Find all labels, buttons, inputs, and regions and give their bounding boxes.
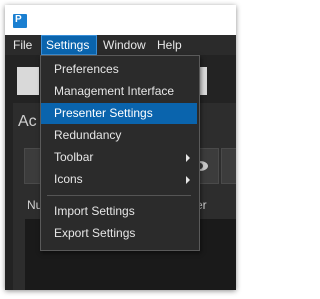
menu-settings[interactable]: Settings [41,35,97,55]
menu-item-management-interface[interactable]: Management Interface [41,81,197,102]
menu-item-label: Import Settings [54,204,135,218]
panel-tile-right[interactable] [221,148,236,184]
menu-item-redundancy[interactable]: Redundancy [41,125,197,146]
menu-item-preferences[interactable]: Preferences [41,59,197,80]
menu-item-presenter-settings[interactable]: Presenter Settings [41,103,197,124]
app-window: P File Settings Window Help Ac Nu nter P… [5,5,236,290]
title-bar: P [5,5,236,35]
menu-help[interactable]: Help [153,35,186,55]
submenu-arrow-icon [186,154,190,162]
app-logo-letter: P [15,14,22,25]
menu-item-label: Icons [54,172,83,186]
menu-item-label: Toolbar [54,150,94,164]
menu-item-label: Export Settings [54,226,136,240]
menu-item-export-settings[interactable]: Export Settings [41,223,197,244]
menu-window[interactable]: Window [99,35,150,55]
menu-item-import-settings[interactable]: Import Settings [41,201,197,222]
menu-item-label: Management Interface [54,84,175,98]
settings-dropdown-menu: Preferences Management Interface Present… [40,55,200,251]
menu-bar: File Settings Window Help [5,35,236,55]
panel-title: Ac [18,113,37,130]
menu-item-label: Preferences [54,62,119,76]
menu-item-toolbar[interactable]: Toolbar [41,147,197,168]
app-logo-icon: P [13,14,27,28]
submenu-arrow-icon [186,176,190,184]
menu-separator [47,195,191,196]
menu-file[interactable]: File [9,35,36,55]
toolbar-button-left[interactable] [17,67,39,95]
menu-item-label: Redundancy [54,128,122,142]
menu-item-icons[interactable]: Icons [41,169,197,190]
menu-item-label: Presenter Settings [54,106,153,120]
